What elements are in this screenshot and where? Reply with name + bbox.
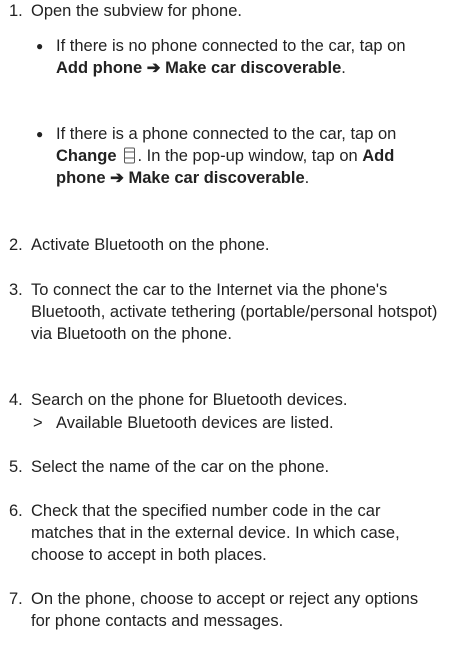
step-number: 1. [9,2,23,20]
punctuation: . [304,169,310,187]
bullet-text-middle: . In the pop-up window, tap on [137,147,363,165]
arrow-icon: ➔ [146,59,161,77]
step-number: 4. [9,391,23,409]
punctuation: . [341,59,346,77]
step-1: 1. Open the subview for phone. [0,0,450,22]
step-3: 3. To connect the car to the Internet vi… [0,279,450,345]
step-4: 4. Search on the phone for Bluetooth dev… [0,389,450,411]
step-number: 6. [9,502,23,520]
step-text: Activate Bluetooth on the phone. [31,236,270,254]
step-text: To connect the car to the Internet via t… [31,281,438,343]
bullet-dot: ● [36,127,44,141]
step-number: 2. [9,236,23,254]
bullet-dot: ● [36,39,44,53]
change-label: Change [56,147,117,165]
step-text: Search on the phone for Bluetooth device… [31,391,348,409]
step-number: 7. [9,590,23,608]
bullet-text: If there is no phone connected to the ca… [56,37,406,55]
result-marker: > [33,414,43,432]
make-car-discoverable-label: Make car discoverable [165,59,342,77]
add-phone-label: Add phone [56,59,143,77]
step-text: Open the subview for phone. [31,2,242,20]
step-1-bullet-phone-connected: ● If there is a phone connected to the c… [0,123,450,189]
step-number: 5. [9,458,23,476]
step-1-bullet-no-phone: ● If there is no phone connected to the … [0,35,450,79]
step-text: Select the name of the car on the phone. [31,458,330,476]
step-text: On the phone, choose to accept or reject… [31,590,419,630]
step-number: 3. [9,281,23,299]
arrow-icon: ➔ [110,169,124,187]
step-5: 5. Select the name of the car on the pho… [0,456,450,478]
step-text: Check that the specified number code in … [31,502,400,564]
make-car-discoverable-label: Make car discoverable [128,169,305,187]
step-4-result: > Available Bluetooth devices are listed… [0,412,440,434]
step-7: 7. On the phone, choose to accept or rej… [0,588,450,632]
step-6: 6. Check that the specified number code … [0,500,450,566]
step-2: 2. Activate Bluetooth on the phone. [0,234,450,256]
bullet-text: If there is a phone connected to the car… [56,125,397,143]
result-text: Available Bluetooth devices are listed. [56,414,334,432]
phone-change-icon [123,147,136,164]
